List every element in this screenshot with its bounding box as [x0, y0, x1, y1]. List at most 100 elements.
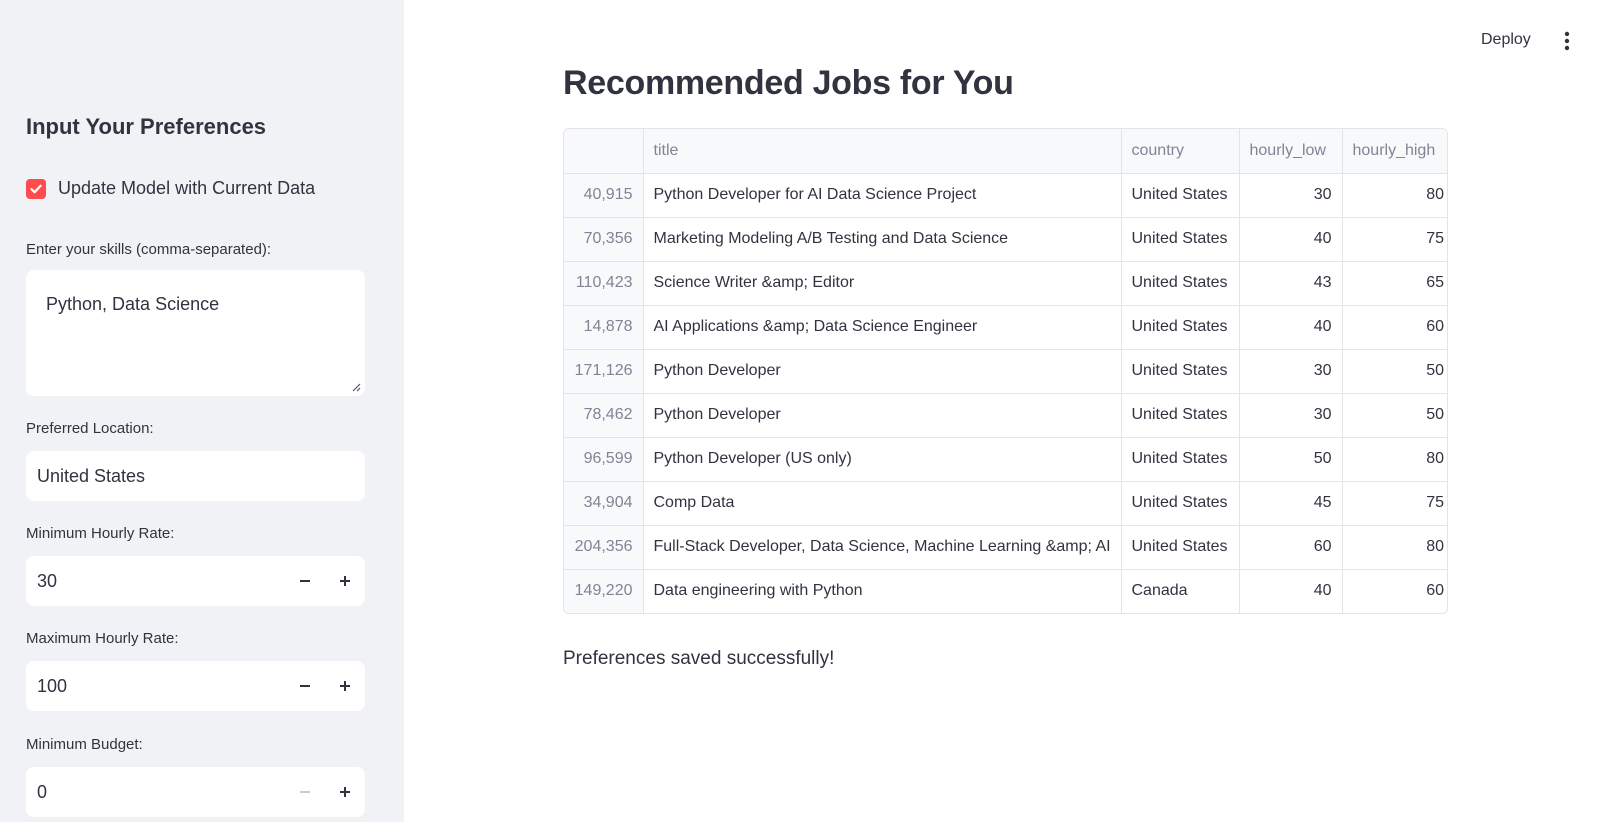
table-row: 40,915 Python Developer for AI Data Scie…	[564, 173, 1447, 218]
column-header-index[interactable]	[564, 129, 644, 174]
update-model-checkbox[interactable]: Update Model with Current Data	[26, 178, 315, 199]
row-index[interactable]: 149,220	[564, 569, 644, 613]
cell-hourly-low[interactable]: 40	[1239, 217, 1343, 262]
table-row: 34,904 Comp Data United States 45 75	[564, 481, 1447, 526]
cell-hourly-low[interactable]: 45	[1239, 481, 1343, 526]
cell-country[interactable]: United States	[1121, 437, 1240, 482]
skills-textarea[interactable]: Python, Data Science	[26, 270, 365, 396]
cell-country[interactable]: United States	[1121, 393, 1240, 438]
table-row: 171,126 Python Developer United States 3…	[564, 349, 1447, 394]
table-row: 110,423 Science Writer &amp; Editor Unit…	[564, 261, 1447, 306]
row-index[interactable]: 78,462	[564, 393, 644, 438]
more-options-icon[interactable]	[1562, 30, 1572, 52]
min-budget-label: Minimum Budget:	[26, 736, 143, 753]
min-rate-input[interactable]: 30	[26, 556, 365, 606]
minus-icon	[300, 580, 310, 582]
sidebar-heading: Input Your Preferences	[26, 114, 267, 139]
update-model-label: Update Model with Current Data	[58, 178, 316, 198]
sidebar: Input Your Preferences Update Model with…	[0, 0, 404, 822]
cell-hourly-high[interactable]: 80	[1342, 173, 1447, 218]
cell-hourly-low[interactable]: 30	[1239, 173, 1343, 218]
table-row: 70,356 Marketing Modeling A/B Testing an…	[564, 217, 1447, 262]
column-header-hourly-low[interactable]: hourly_low	[1239, 129, 1343, 174]
max-rate-increment-button[interactable]	[325, 661, 365, 711]
min-budget-input[interactable]: 0	[26, 767, 365, 817]
cell-hourly-high[interactable]: 80	[1342, 525, 1447, 570]
plus-icon	[340, 787, 350, 797]
min-budget-decrement-button[interactable]	[285, 767, 325, 817]
plus-icon	[340, 681, 350, 691]
cell-title[interactable]: AI Applications &amp; Data Science Engin…	[643, 305, 1122, 350]
cell-country[interactable]: United States	[1121, 173, 1240, 218]
skills-value: Python, Data Science	[46, 294, 220, 314]
skills-label: Enter your skills (comma-separated):	[26, 241, 272, 258]
cell-hourly-low[interactable]: 30	[1239, 393, 1343, 438]
cell-title[interactable]: Science Writer &amp; Editor	[643, 261, 1122, 306]
minus-icon	[300, 791, 310, 793]
cell-title[interactable]: Python Developer	[643, 349, 1122, 394]
row-index[interactable]: 70,356	[564, 217, 644, 262]
max-rate-input[interactable]: 100	[26, 661, 365, 711]
cell-hourly-low[interactable]: 60	[1239, 525, 1343, 570]
cell-hourly-low[interactable]: 30	[1239, 349, 1343, 394]
page-title: Recommended Jobs for You	[563, 64, 1014, 102]
min-rate-increment-button[interactable]	[325, 556, 365, 606]
min-rate-label: Minimum Hourly Rate:	[26, 525, 175, 542]
cell-hourly-high[interactable]: 60	[1342, 569, 1447, 613]
plus-icon	[340, 576, 350, 586]
cell-country[interactable]: United States	[1121, 349, 1240, 394]
cell-hourly-low[interactable]: 40	[1239, 569, 1343, 613]
checkbox-checked-icon[interactable]	[26, 178, 46, 199]
cell-title[interactable]: Python Developer	[643, 393, 1122, 438]
cell-hourly-low[interactable]: 40	[1239, 305, 1343, 350]
cell-country[interactable]: United States	[1121, 481, 1240, 526]
max-rate-decrement-button[interactable]	[285, 661, 325, 711]
cell-country[interactable]: United States	[1121, 261, 1240, 306]
jobs-table[interactable]: title country hourly_low hourly_high 40,…	[563, 128, 1448, 614]
min-budget-increment-button[interactable]	[325, 767, 365, 817]
cell-country[interactable]: United States	[1121, 305, 1240, 350]
cell-title[interactable]: Python Developer (US only)	[643, 437, 1122, 482]
cell-hourly-high[interactable]: 65	[1342, 261, 1447, 306]
row-index[interactable]: 96,599	[564, 437, 644, 482]
column-header-country[interactable]: country	[1121, 129, 1240, 174]
cell-title[interactable]: Marketing Modeling A/B Testing and Data …	[643, 217, 1122, 262]
row-index[interactable]: 14,878	[564, 305, 644, 350]
row-index[interactable]: 204,356	[564, 525, 644, 570]
row-index[interactable]: 171,126	[564, 349, 644, 394]
cell-hourly-high[interactable]: 50	[1342, 349, 1447, 394]
column-header-hourly-high[interactable]: hourly_high	[1342, 129, 1447, 174]
min-rate-value: 30	[37, 570, 58, 591]
cell-title[interactable]: Full-Stack Developer, Data Science, Mach…	[643, 525, 1122, 570]
cell-country[interactable]: United States	[1121, 217, 1240, 262]
cell-hourly-low[interactable]: 43	[1239, 261, 1343, 306]
row-index[interactable]: 110,423	[564, 261, 644, 306]
cell-hourly-high[interactable]: 50	[1342, 393, 1447, 438]
cell-country[interactable]: Canada	[1121, 569, 1240, 613]
cell-title[interactable]: Data engineering with Python	[643, 569, 1122, 613]
row-index[interactable]: 40,915	[564, 173, 644, 218]
location-label: Preferred Location:	[26, 420, 154, 437]
location-input[interactable]: United States	[26, 451, 365, 501]
column-header-title[interactable]: title	[643, 129, 1122, 174]
cell-hourly-high[interactable]: 75	[1342, 481, 1447, 526]
cell-hourly-high[interactable]: 80	[1342, 437, 1447, 482]
cell-hourly-low[interactable]: 50	[1239, 437, 1343, 482]
max-rate-value: 100	[37, 675, 68, 696]
min-rate-decrement-button[interactable]	[285, 556, 325, 606]
table-row: 149,220 Data engineering with Python Can…	[564, 569, 1447, 613]
location-value: United States	[37, 465, 146, 486]
cell-title[interactable]: Comp Data	[643, 481, 1122, 526]
cell-title[interactable]: Python Developer for AI Data Science Pro…	[643, 173, 1122, 218]
cell-hourly-high[interactable]: 75	[1342, 217, 1447, 262]
table-row: 14,878 AI Applications &amp; Data Scienc…	[564, 305, 1447, 350]
min-budget-value: 0	[37, 781, 48, 802]
row-index[interactable]: 34,904	[564, 481, 644, 526]
cell-country[interactable]: United States	[1121, 525, 1240, 570]
deploy-button[interactable]: Deploy	[1481, 31, 1531, 49]
minus-icon	[300, 685, 310, 687]
table-header-row: title country hourly_low hourly_high	[564, 129, 1447, 174]
success-message: Preferences saved successfully!	[563, 648, 835, 669]
cell-hourly-high[interactable]: 60	[1342, 305, 1447, 350]
resize-handle-icon[interactable]	[351, 382, 361, 392]
